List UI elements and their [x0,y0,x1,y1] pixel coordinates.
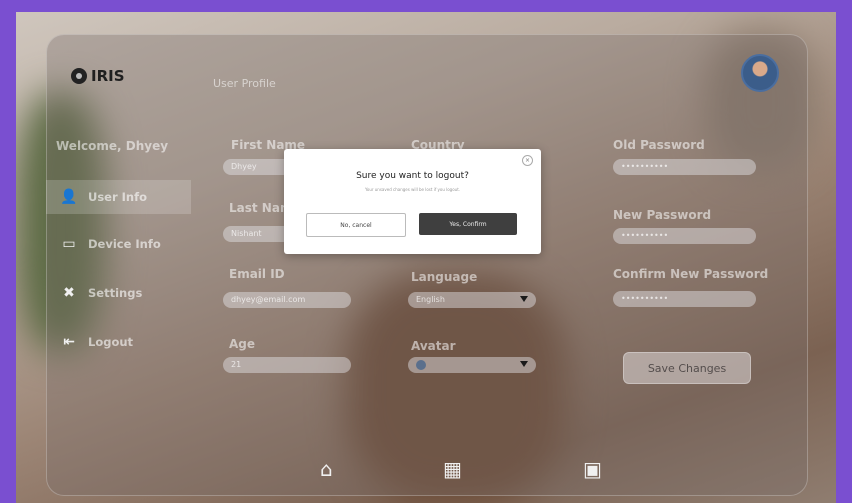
tools-icon: ✖ [63,285,75,301]
language-select[interactable]: English [408,292,536,308]
page-title: User Profile [213,77,276,90]
device-icon: ▭ [62,236,76,252]
language-value: English [416,295,445,304]
sidebar-item-user-info[interactable]: 👤 User Info [46,180,191,214]
sidebar-item-device-info[interactable]: ▭ Device Info [46,227,191,261]
dialog-subtitle: Your unsaved changes will be lost if you… [364,187,461,192]
app-frame: IRIS User Profile Welcome, Dhyey 👤 User … [16,12,836,503]
old-password-label: Old Password [613,138,705,152]
new-password-label: New Password [613,208,712,222]
gallery-icon[interactable]: ▣ [583,457,602,481]
logo-text: IRIS [91,67,125,85]
iris-logo-icon [71,68,87,84]
language-label: Language [411,270,478,284]
save-changes-button[interactable]: Save Changes [623,352,751,384]
avatar-label: Avatar [411,339,456,353]
home-icon[interactable]: ⌂ [320,457,333,481]
cancel-button[interactable]: No, cancel [306,213,406,237]
logout-confirm-dialog: × Sure you want to logout? Your unsaved … [284,149,541,254]
glass-panel [46,34,808,496]
chevron-down-icon [520,361,528,367]
new-password-field[interactable]: •••••••••• [613,228,756,244]
sidebar-item-logout[interactable]: ⇤ Logout [46,325,191,359]
app-logo: IRIS [71,67,125,85]
user-icon: 👤 [60,189,78,205]
logout-icon: ⇤ [63,334,75,350]
confirm-password-label: Confirm New Password [613,267,769,281]
sidebar-item-settings[interactable]: ✖ Settings [46,276,191,310]
chevron-down-icon [520,296,528,302]
age-field[interactable]: 21 [223,357,351,373]
sidebar-item-label: User Info [88,190,148,204]
avatar-select[interactable] [408,357,536,373]
grid-icon[interactable]: ▦ [443,457,462,481]
close-icon[interactable]: × [522,155,533,166]
email-label: Email ID [229,267,285,281]
avatar-preview-icon [416,359,426,370]
sidebar-item-label: Device Info [88,237,161,251]
age-label: Age [229,337,256,351]
user-avatar[interactable] [741,54,779,92]
confirm-logout-button[interactable]: Yes, Confirm [419,213,517,235]
dialog-title: Sure you want to logout? [356,171,469,181]
email-field[interactable]: dhyey@email.com [223,292,351,308]
welcome-text: Welcome, Dhyey [56,139,169,153]
confirm-password-field[interactable]: •••••••••• [613,291,756,307]
sidebar-item-label: Logout [88,335,134,349]
sidebar-item-label: Settings [88,286,143,300]
old-password-field[interactable]: •••••••••• [613,159,756,175]
